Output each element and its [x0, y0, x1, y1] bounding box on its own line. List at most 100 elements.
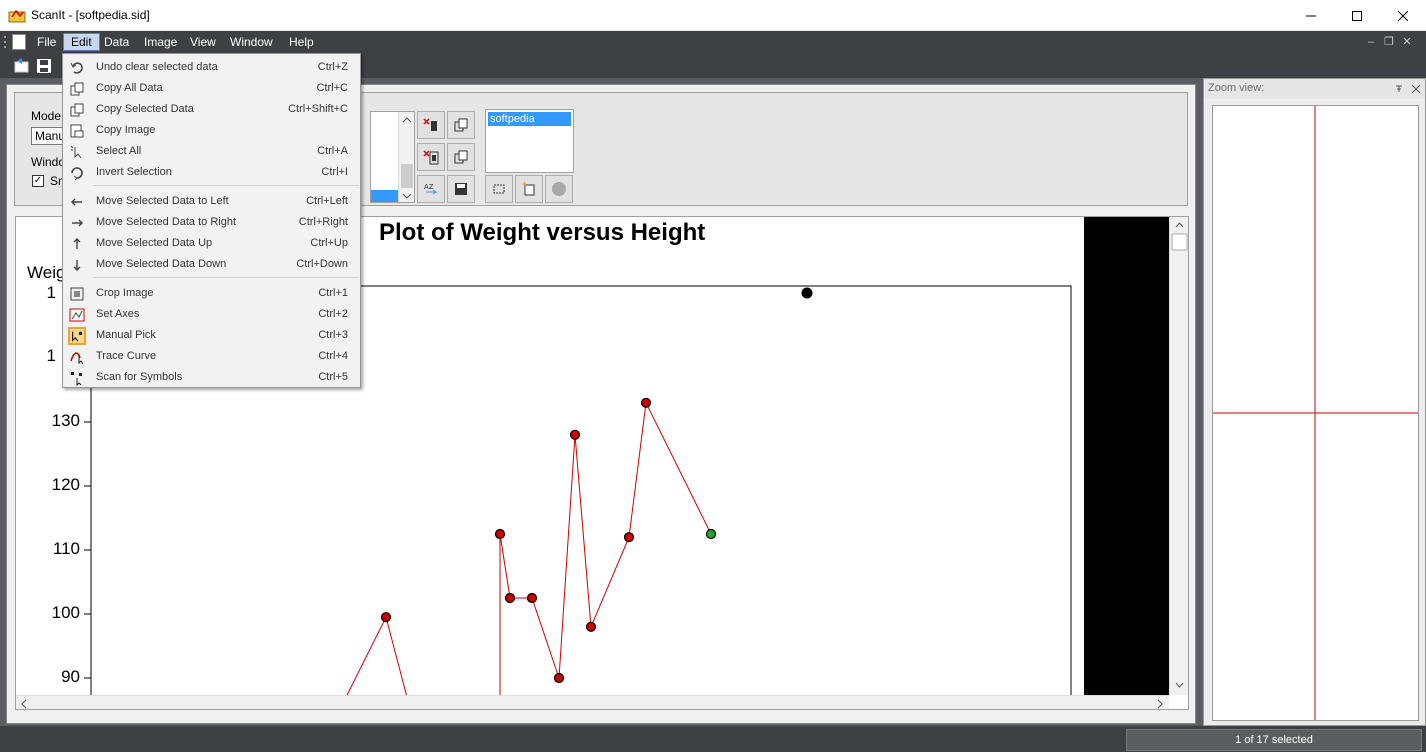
edit-menu-item-label: Copy Image — [96, 124, 156, 136]
open-icon[interactable] — [12, 56, 32, 76]
edit-menu-item-label: Move Selected Data Up — [96, 237, 213, 249]
data-point[interactable] — [705, 528, 717, 540]
select-curve-button[interactable] — [485, 175, 513, 203]
minimize-button[interactable] — [1288, 0, 1334, 31]
menu-image[interactable]: Image — [137, 33, 184, 51]
edit-menu-item[interactable]: Invert Selection Ctrl+I — [64, 162, 360, 183]
select-region-icon — [493, 184, 505, 194]
select-all-icon — [70, 145, 82, 159]
plot-horizontal-scrollbar[interactable] — [16, 695, 1169, 709]
edit-menu-item-shortcut: Ctrl+3 — [318, 329, 348, 341]
edit-menu-item-label: Crop Image — [96, 287, 154, 299]
undo-icon — [70, 62, 83, 74]
scroll-arrows-icon — [1171, 222, 1188, 688]
save-data-button[interactable] — [447, 175, 475, 203]
data-point[interactable] — [569, 429, 581, 440]
edit-menu-item[interactable]: Crop Image Ctrl+1 — [64, 283, 360, 304]
save-icon[interactable] — [34, 56, 54, 76]
data-point[interactable] — [504, 592, 516, 604]
curve-color-button[interactable] — [545, 175, 573, 203]
edit-menu-item-label: Invert Selection — [96, 166, 172, 178]
new-curve-button[interactable] — [515, 175, 543, 203]
edit-menu-item[interactable]: Undo clear selected data Ctrl+Z — [64, 57, 360, 78]
edit-menu-item[interactable]: Scan for Symbols Ctrl+5 — [64, 367, 360, 388]
edit-menu-item[interactable]: Move Selected Data Up Ctrl+Up — [64, 233, 360, 254]
status-bar: 1 of 17 selected — [0, 726, 1426, 752]
svg-text:AZ: AZ — [424, 183, 434, 191]
curve-item[interactable]: softpedia — [488, 112, 571, 126]
minimize-icon — [1306, 15, 1316, 16]
data-point[interactable] — [380, 612, 392, 623]
edit-menu-item-shortcut: Ctrl+Z — [317, 61, 348, 73]
axis-marker[interactable] — [801, 287, 813, 299]
edit-menu-item[interactable]: Move Selected Data Down Ctrl+Down — [64, 254, 360, 275]
menu-view[interactable]: View — [183, 33, 223, 51]
edit-menu-item[interactable]: Move Selected Data to Left Ctrl+Left — [64, 191, 360, 212]
data-list-selected-row[interactable] — [371, 190, 399, 202]
app-icon — [8, 9, 26, 23]
duplicate-button[interactable] — [447, 143, 475, 171]
data-list-scrollbar[interactable] — [398, 112, 414, 202]
edit-menu-item-label: Move Selected Data to Right — [96, 216, 237, 228]
curve-list[interactable]: softpedia — [485, 109, 574, 173]
edit-menu-item[interactable]: Copy All Data Ctrl+C — [64, 78, 360, 99]
plot-vertical-scrollbar[interactable] — [1169, 217, 1188, 695]
data-point[interactable] — [494, 528, 506, 540]
copy-point-button[interactable] — [447, 111, 475, 139]
edit-menu-item[interactable]: Move Selected Data to Right Ctrl+Right — [64, 212, 360, 233]
document-icon[interactable] — [12, 34, 26, 50]
mdi-restore-icon[interactable]: ❐ — [1382, 35, 1396, 49]
delete-point-button[interactable] — [417, 111, 445, 139]
data-point[interactable] — [623, 532, 635, 543]
menu-separator — [93, 185, 359, 186]
edit-menu-item-shortcut: Ctrl+A — [317, 145, 348, 157]
edit-menu-item[interactable]: Copy Selected Data Ctrl+Shift+C — [64, 99, 360, 120]
mdi-minimize-icon[interactable]: – — [1364, 35, 1378, 49]
edit-menu-item[interactable]: Select All Ctrl+A — [64, 141, 360, 162]
delete-all-button[interactable] — [417, 143, 445, 171]
data-series — [346, 397, 717, 695]
data-point[interactable] — [585, 621, 597, 632]
sort-az-icon: AZ — [424, 183, 438, 195]
arrow-left-icon — [71, 198, 82, 206]
sort-button[interactable]: AZ — [417, 175, 445, 203]
menu-bar: File Edit Data Image View Window Help – … — [0, 31, 1426, 53]
edit-menu-item-shortcut: Ctrl+4 — [318, 350, 348, 362]
grip-icon — [4, 36, 6, 48]
data-point[interactable] — [526, 592, 538, 604]
menu-data[interactable]: Data — [97, 33, 136, 51]
menu-file[interactable]: File — [30, 33, 63, 51]
close-button[interactable] — [1380, 0, 1426, 31]
edit-menu-item[interactable]: Set Axes Ctrl+2 — [64, 304, 360, 325]
pin-icon[interactable] — [1394, 84, 1404, 94]
copy-icon — [454, 118, 468, 132]
close-icon[interactable] — [1411, 84, 1421, 94]
mdi-close-icon[interactable]: ✕ — [1400, 35, 1414, 49]
edit-menu-item[interactable]: Copy Image — [64, 120, 360, 141]
data-point[interactable] — [640, 397, 652, 408]
arrow-right-icon — [72, 219, 83, 227]
menu-window[interactable]: Window — [223, 33, 280, 51]
edit-menu-item-shortcut: Ctrl+I — [321, 166, 348, 178]
data-point[interactable] — [553, 672, 565, 684]
scan-symbols-icon — [71, 372, 82, 386]
save-icon — [455, 183, 467, 195]
edit-menu-item-shortcut: Ctrl+Up — [310, 237, 348, 249]
manual-pick-icon — [68, 327, 86, 345]
snap-checkbox[interactable]: ✓ — [32, 175, 44, 187]
crop-icon — [70, 287, 84, 301]
data-list[interactable] — [370, 111, 415, 203]
mode-label: Mode: — [31, 109, 65, 123]
menu-help[interactable]: Help — [282, 33, 321, 51]
edit-menu-item[interactable]: Manual Pick Ctrl+3 — [64, 325, 360, 346]
edit-menu-item-label: Undo clear selected data — [96, 61, 218, 73]
edit-menu-item[interactable]: Trace Curve Ctrl+4 — [64, 346, 360, 367]
close-icon — [1398, 10, 1408, 21]
menu-edit[interactable]: Edit — [63, 33, 100, 51]
edit-menu-item-label: Trace Curve — [96, 350, 157, 362]
edit-menu-item-label: Set Axes — [96, 308, 140, 320]
edit-menu-item-shortcut: Ctrl+Right — [298, 216, 348, 228]
zoom-header: Zoom view: — [1204, 79, 1425, 99]
edit-menu-item-label: Move Selected Data to Left — [96, 195, 229, 207]
maximize-button[interactable] — [1334, 0, 1380, 31]
